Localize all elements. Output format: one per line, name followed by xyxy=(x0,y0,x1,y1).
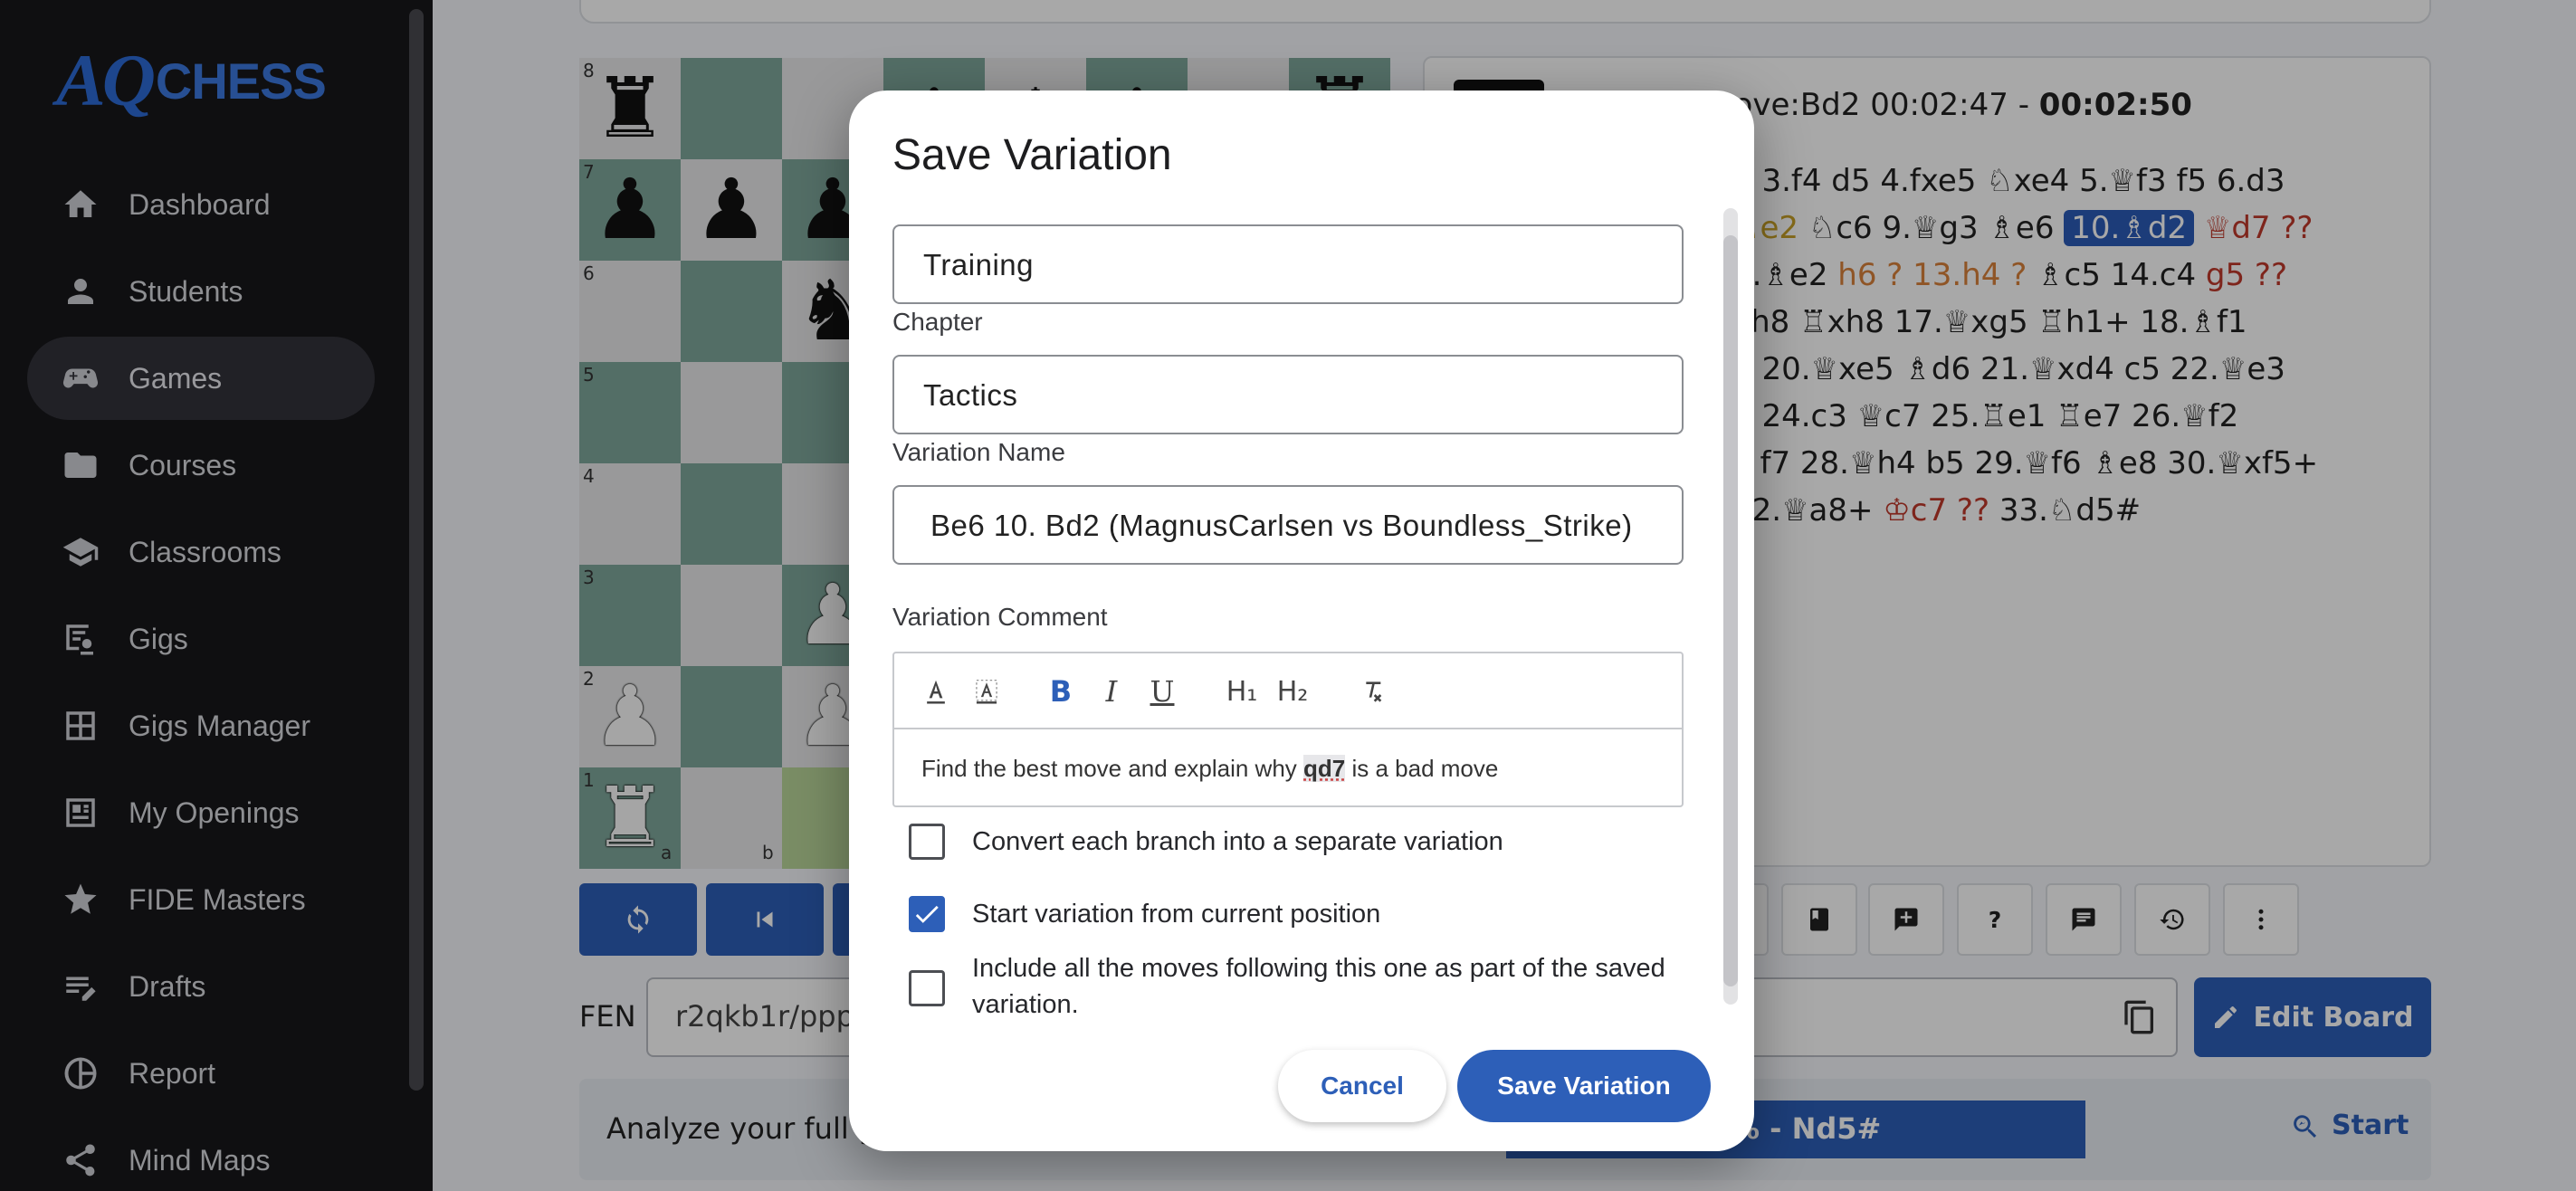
heading1-icon[interactable]: H₁ xyxy=(1216,673,1267,710)
include-following-option[interactable]: Include all the moves following this one… xyxy=(892,950,1689,1023)
course-select[interactable]: Training xyxy=(892,224,1684,304)
checkbox-label: Convert each branch into a separate vari… xyxy=(972,824,1503,860)
clear-format-icon[interactable] xyxy=(1354,673,1390,710)
variation-name-value: Be6 10. Bd2 (MagnusCarlsen vs Boundless_… xyxy=(930,509,1633,543)
underline-icon[interactable]: U xyxy=(1144,673,1180,710)
dialog-title: Save Variation xyxy=(892,130,1172,180)
save-label: Save Variation xyxy=(1497,1072,1670,1100)
comment-text: Find the best move and explain why xyxy=(921,755,1303,782)
comment-text: is a bad move xyxy=(1345,755,1498,782)
text-color-icon[interactable] xyxy=(918,673,954,710)
chapter-value: Tactics xyxy=(923,378,1017,413)
start-from-current-option[interactable]: Start variation from current position xyxy=(892,896,1689,932)
heading2-icon[interactable]: H₂ xyxy=(1267,673,1318,710)
save-variation-button[interactable]: Save Variation xyxy=(1457,1050,1711,1122)
comment-bold-text: qd7 xyxy=(1303,755,1345,782)
variation-comment-label: Variation Comment xyxy=(892,603,1108,632)
editor-toolbar: B I U H₁ H₂ xyxy=(894,653,1682,729)
scrollbar-thumb[interactable] xyxy=(1723,235,1738,986)
comment-content[interactable]: Find the best move and explain why qd7 i… xyxy=(921,755,1498,783)
cancel-button[interactable]: Cancel xyxy=(1278,1050,1446,1122)
chapter-select[interactable]: Tactics xyxy=(892,355,1684,434)
checkbox-label: Include all the moves following this one… xyxy=(972,950,1696,1023)
check-icon xyxy=(911,899,942,929)
variation-name-input[interactable]: Be6 10. Bd2 (MagnusCarlsen vs Boundless_… xyxy=(892,485,1684,565)
italic-icon[interactable]: I xyxy=(1093,673,1130,710)
course-value: Training xyxy=(923,248,1034,282)
variation-name-label: Variation Name xyxy=(892,438,1065,467)
dialog-scrollbar[interactable] xyxy=(1723,208,1738,1005)
convert-branches-checkbox[interactable] xyxy=(909,824,945,860)
start-from-current-checkbox[interactable] xyxy=(909,896,945,932)
chapter-label: Chapter xyxy=(892,308,983,337)
cancel-label: Cancel xyxy=(1321,1072,1404,1100)
checkbox-label: Start variation from current position xyxy=(972,896,1380,932)
background-color-icon[interactable] xyxy=(968,673,1005,710)
convert-branches-option[interactable]: Convert each branch into a separate vari… xyxy=(892,824,1689,860)
include-following-checkbox[interactable] xyxy=(909,970,945,1006)
comment-editor[interactable]: B I U H₁ H₂ Find the best move and expla… xyxy=(892,652,1684,807)
save-variation-dialog: Save Variation Training Chapter Tactics … xyxy=(849,91,1754,1151)
bold-icon[interactable]: B xyxy=(1043,673,1079,710)
